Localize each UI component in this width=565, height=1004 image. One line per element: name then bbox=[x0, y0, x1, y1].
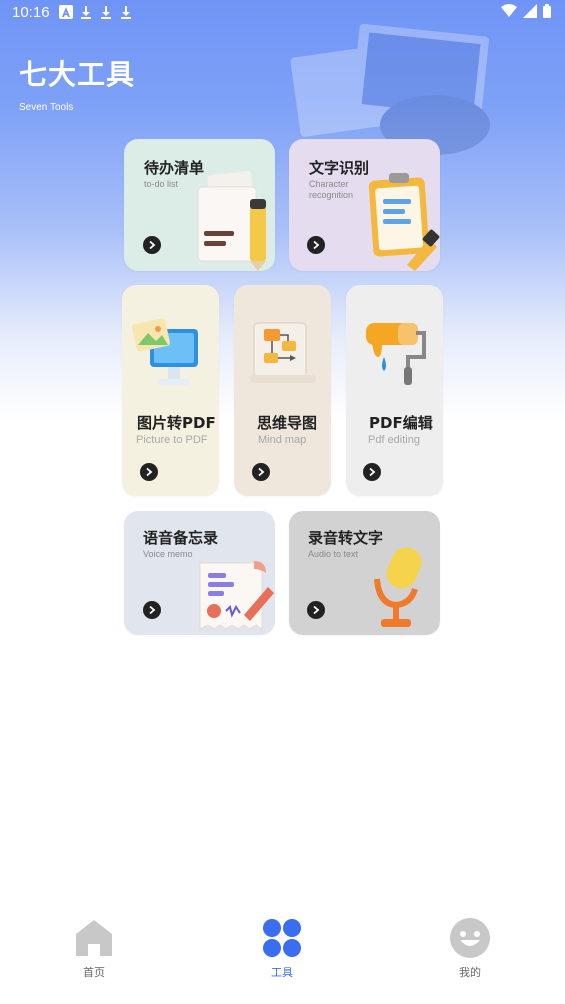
microphone-icon bbox=[374, 547, 422, 627]
nav-item-home[interactable]: 首页 bbox=[54, 918, 134, 980]
chevron-right-icon[interactable] bbox=[140, 463, 158, 481]
tool-card-img2pdf[interactable]: 图片转PDF Picture to PDF bbox=[122, 285, 219, 496]
download-icon bbox=[101, 6, 111, 19]
nav-label: 首页 bbox=[83, 966, 105, 979]
nav-item-tools[interactable]: 工具 bbox=[242, 918, 322, 980]
wifi-icon bbox=[501, 4, 517, 17]
tool-subtitle: Mind map bbox=[258, 434, 307, 446]
tool-subtitle-line2: recognition bbox=[309, 190, 354, 200]
download-icon bbox=[121, 6, 131, 19]
chevron-right-icon[interactable] bbox=[143, 236, 161, 254]
tool-subtitle: Audio to text bbox=[308, 549, 359, 559]
nav-label: 我的 bbox=[459, 966, 481, 979]
tool-subtitle: Picture to PDF bbox=[136, 434, 208, 446]
chevron-right-icon[interactable] bbox=[307, 601, 325, 619]
tool-card-todo[interactable]: 待办清单 to-do list bbox=[124, 139, 275, 271]
home-icon bbox=[76, 920, 112, 956]
status-time: 10:16 bbox=[12, 4, 50, 21]
tool-title: 文字识别 bbox=[309, 159, 370, 177]
chevron-right-icon[interactable] bbox=[363, 463, 381, 481]
nav-label: 工具 bbox=[271, 966, 293, 979]
chevron-right-icon[interactable] bbox=[143, 601, 161, 619]
tool-title: 思维导图 bbox=[257, 414, 318, 432]
status-bar: 10:16 bbox=[0, 0, 565, 26]
smiley-icon bbox=[450, 918, 490, 958]
nav-item-profile[interactable]: 我的 bbox=[430, 918, 510, 980]
tool-subtitle: Pdf editing bbox=[368, 434, 420, 446]
monitor-image-icon bbox=[132, 318, 198, 385]
bottom-nav: 首页 工具 我的 bbox=[0, 904, 565, 1004]
chevron-right-icon[interactable] bbox=[252, 463, 270, 481]
a-icon bbox=[59, 5, 73, 19]
tool-card-mindmap[interactable]: 思维导图 Mind map bbox=[234, 285, 331, 496]
tool-title: PDF编辑 bbox=[369, 414, 433, 432]
page-subtitle: Seven Tools bbox=[19, 102, 74, 113]
grid-icon bbox=[263, 919, 301, 957]
paint-roller-icon bbox=[366, 323, 426, 385]
tool-card-ocr[interactable]: 文字识别 Character recognition bbox=[289, 139, 440, 271]
tool-title: 图片转PDF bbox=[137, 414, 216, 432]
tool-card-audio2text[interactable]: 录音转文字 Audio to text bbox=[289, 511, 440, 635]
clipboard-icon bbox=[368, 173, 440, 271]
tool-subtitle: to-do list bbox=[144, 179, 179, 189]
tool-title: 语音备忘录 bbox=[143, 529, 219, 547]
signal-icon bbox=[523, 4, 537, 18]
tool-card-pdfedit[interactable]: PDF编辑 Pdf editing bbox=[346, 285, 443, 496]
battery-icon bbox=[543, 4, 551, 18]
tool-subtitle: Voice memo bbox=[143, 549, 193, 559]
tool-card-voicememo[interactable]: 语音备忘录 Voice memo bbox=[124, 511, 275, 635]
chevron-right-icon[interactable] bbox=[307, 236, 325, 254]
page-title: 七大工具 bbox=[19, 58, 136, 91]
tool-subtitle-line1: Character bbox=[309, 179, 349, 189]
flowchart-icon bbox=[250, 322, 316, 383]
memo-receipt-icon bbox=[199, 561, 274, 630]
download-icon bbox=[81, 6, 91, 19]
notepad-pencil-icon bbox=[197, 171, 266, 271]
